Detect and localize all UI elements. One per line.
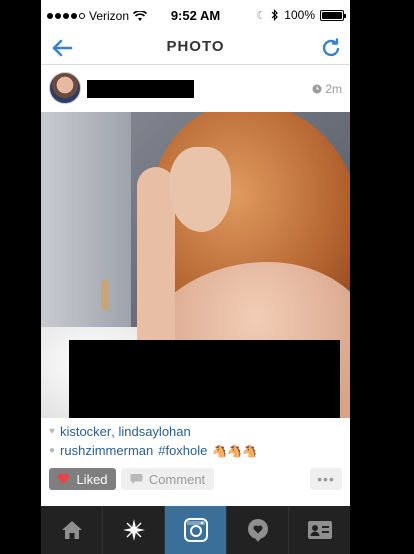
battery-icon [320,9,346,21]
liked-button[interactable]: Liked [49,468,116,490]
post-timestamp: 2m [312,82,342,96]
camera-icon [183,518,208,542]
redacted-username [87,80,194,98]
comment-hashtag[interactable]: #foxhole [158,443,207,458]
heart-small-icon: ♥ [49,426,55,437]
status-bar: Verizon 9:52 AM ☾ 100% [41,0,350,30]
tab-activity[interactable] [227,506,289,554]
comment-username[interactable]: rushzimmerman [60,443,153,458]
time-ago-label: 2m [325,82,342,96]
comment-button[interactable]: Comment [121,468,214,490]
tab-profile[interactable] [289,506,350,554]
post-photo[interactable] [41,112,350,418]
refresh-button[interactable] [318,35,344,61]
liked-label: Liked [76,471,108,487]
post-header: 2m [41,66,350,112]
tab-bar [41,506,350,554]
liker-lindsaylohan[interactable]: lindsaylohan [118,424,190,439]
activity-icon [247,519,268,542]
heart-icon [58,473,70,484]
home-icon [61,521,82,539]
comment-row: ● rushzimmerman #foxhole 🐴🐴🐴 [49,443,344,458]
clock-icon [312,84,322,94]
liker-kistocker[interactable]: kistocker [60,424,111,439]
comment-bubble-icon [130,474,143,484]
battery-percent: 100% [284,8,315,22]
avatar[interactable] [49,72,81,104]
likes-separator: , [111,424,119,439]
navigation-bar: PHOTO [41,30,350,65]
refresh-icon [322,38,340,57]
horse-emoji-icon: 🐴🐴🐴 [212,443,258,458]
photo-lamp [101,280,109,310]
likes-row: ♥ kistocker, lindsaylohan [49,424,344,439]
more-icon: ••• [317,471,335,487]
status-right: ☾ 100% [256,8,346,22]
comment-label: Comment [148,471,206,487]
more-options-button[interactable]: ••• [310,468,342,490]
tab-camera[interactable] [165,506,227,554]
page-title: PHOTO [166,38,225,55]
comment-small-icon: ● [49,445,56,456]
tab-explore[interactable] [103,506,165,554]
post-actions: Liked Comment ••• [41,468,350,494]
phone-screen: Verizon 9:52 AM ☾ 100% PHOTO 2m ♥ kistoc… [41,0,350,554]
bluetooth-icon [271,9,279,21]
redaction-block [69,340,340,418]
moon-icon: ☾ [256,9,267,22]
explore-icon [122,519,145,541]
photo-face [169,147,231,232]
tab-home[interactable] [41,506,103,554]
profile-icon [307,521,332,539]
